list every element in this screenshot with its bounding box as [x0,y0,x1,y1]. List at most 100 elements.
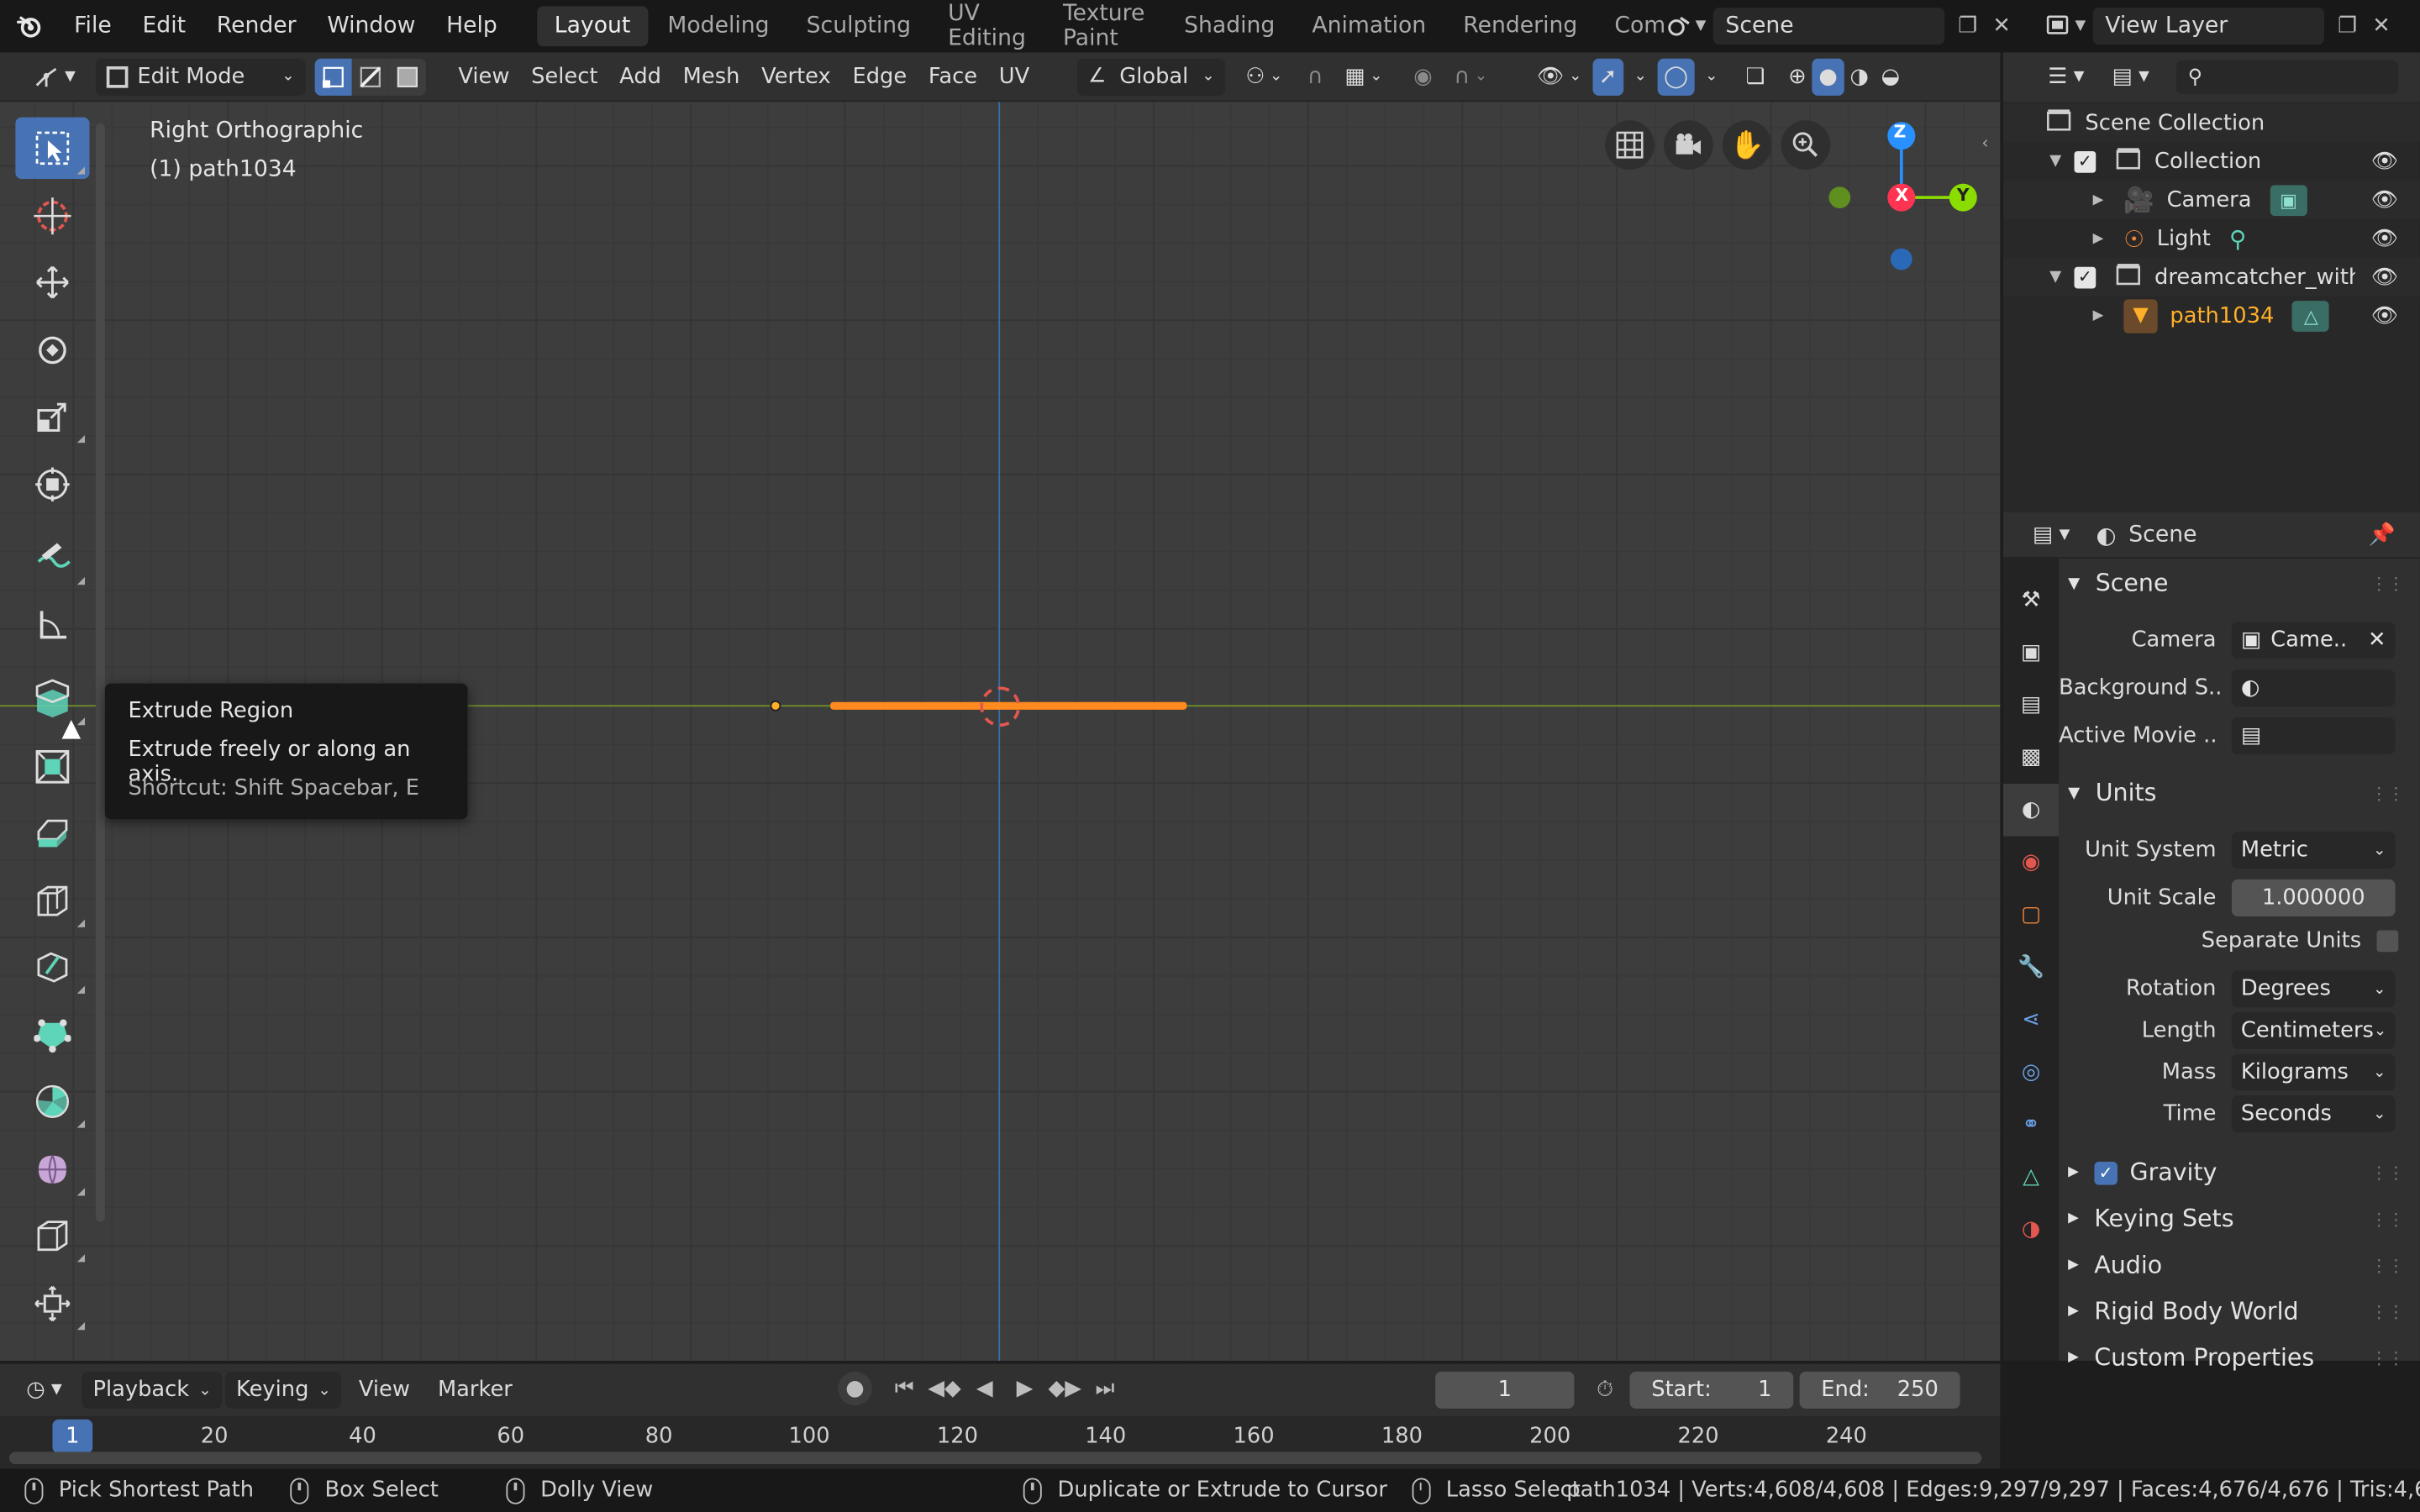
overlays-toggle-icon[interactable]: ◯ [1657,57,1695,95]
record-icon[interactable]: ● [838,1371,872,1406]
outliner-row-camera[interactable]: ▶ 🎥 Camera ▣ 👁 [2003,180,2420,219]
remove-view-layer-icon[interactable]: ✕ [2365,9,2398,43]
expand-arrow-icon[interactable]: ▼ [2049,153,2074,170]
tab-view-layer-icon[interactable]: ▩ [2003,732,2059,784]
rendered-shading-icon[interactable]: ◒ [1875,58,1906,95]
drag-handle-icon[interactable]: ⋮⋮ [2370,1347,2404,1368]
wireframe-shading-icon[interactable]: ⊕ [1782,58,1812,95]
menu-edge[interactable]: Edge [842,58,918,95]
outliner-row-scene-collection[interactable]: Scene Collection [2003,103,2420,142]
camera-data-icon[interactable]: ▣ [2270,184,2307,216]
start-frame-input[interactable]: Start: 1 [1629,1371,1794,1409]
checkbox-icon[interactable]: ✓ [2074,150,2096,172]
outliner-search-input[interactable]: ⚲ [2175,60,2398,95]
expand-arrow-icon[interactable]: ▶ [2093,192,2124,207]
timeline-ruler[interactable]: 1 20 40 60 80 100 120 140 160 180 200 22… [0,1416,2001,1469]
shrink-fatten-tool-icon[interactable] [15,1272,89,1333]
outliner-row-collection[interactable]: ▼ ✓ Collection 👁 [2003,142,2420,181]
panel-units-header[interactable]: ▼ Units ⋮⋮ [2068,771,2411,814]
drag-handle-icon[interactable]: ⋮⋮ [2370,1209,2404,1229]
menu-add[interactable]: Add [608,58,672,95]
movie-clip-field[interactable]: ▤ [2231,717,2396,755]
proportional-edit-icon[interactable]: ◉ [1402,58,1443,95]
menu-help[interactable]: Help [431,0,513,52]
scene-name-field[interactable]: Scene [1712,8,1945,45]
editor-type-icon[interactable]: ▼ [22,58,87,95]
face-select-icon[interactable] [388,57,426,95]
expand-arrow-icon[interactable]: ▶ [2093,231,2124,246]
play-reverse-icon[interactable]: ◀ [968,1372,1002,1405]
eye-icon[interactable]: 👁 [2371,265,2399,289]
panel-keying-sets-header[interactable]: ▶ Keying Sets ⋮⋮ [2068,1197,2411,1240]
object-origin[interactable] [770,700,781,711]
rotate-tool-icon[interactable] [15,318,89,380]
camera-view-icon[interactable] [1663,120,1713,171]
checkbox-icon[interactable]: ✓ [2074,265,2096,288]
drag-handle-icon[interactable]: ⋮⋮ [2370,1163,2404,1183]
gizmo-toggle-icon[interactable]: ➚ [1592,57,1623,95]
tab-sculpting[interactable]: Sculpting [789,6,928,46]
timeline-menu-view[interactable]: View [348,1372,421,1409]
tab-data-icon[interactable]: △ [2003,1151,2059,1203]
menu-uv[interactable]: UV [988,58,1040,95]
xray-toggle-icon[interactable]: ❏ [1735,58,1776,95]
pan-hand-icon[interactable]: ✋ [1722,120,1772,171]
menu-edit[interactable]: Edit [127,0,201,52]
tab-material-icon[interactable]: ◑ [2003,1204,2059,1256]
jump-end-icon[interactable]: ⏭ [1088,1372,1122,1405]
toggle-ortho-grid-icon[interactable] [1605,120,1655,171]
menu-view[interactable]: View [447,58,520,95]
tab-output-icon[interactable]: ▤ [2003,679,2059,731]
properties-editor-icon[interactable]: ▤ ▼ [2022,516,2081,553]
expand-arrow-icon[interactable]: ▶ [2093,307,2124,323]
timeline-scrollbar[interactable] [9,1452,1982,1465]
mesh-data-icon[interactable]: △ [2292,300,2330,331]
time-dropdown[interactable]: Seconds ⌄ [2231,1095,2396,1133]
end-frame-input[interactable]: End: 250 [1799,1371,1960,1409]
prev-keyframe-icon[interactable]: ◀◆ [928,1372,961,1405]
unit-scale-input[interactable]: 1.000000 [2231,879,2396,916]
menu-render[interactable]: Render [201,0,312,52]
mode-dropdown[interactable]: Edit Mode ⌄ [95,57,306,95]
tab-modeling[interactable]: Modeling [650,6,786,46]
pivot-point-icon[interactable]: ⚇ ⌄ [1235,58,1294,95]
outliner-row-path1034[interactable]: ▶ ▼ path1034 △ 👁 [2003,297,2420,335]
separate-units-checkbox[interactable] [2376,930,2399,953]
tab-texture-paint[interactable]: Texture Paint [1046,2,1165,51]
scale-tool-icon[interactable] [15,386,89,447]
timeline-menu-marker[interactable]: Marker [427,1372,523,1409]
overlays-dropdown-icon[interactable]: ⌄ [1694,58,1728,95]
falloff-icon[interactable]: ∩ ⌄ [1444,58,1498,95]
scene-icon[interactable]: ▼ [1658,6,1713,46]
gizmo-dropdown-icon[interactable]: ⌄ [1623,58,1658,95]
measure-tool-icon[interactable] [15,594,89,655]
current-frame-input[interactable]: 1 [1435,1371,1575,1409]
tab-particles-icon[interactable]: ⋖ [2003,994,2059,1046]
outliner-editor-icon[interactable]: ☰ ▼ [2037,59,2095,96]
loop-cut-tool-icon[interactable] [15,869,89,931]
blender-logo-icon[interactable] [0,0,59,52]
tab-constraints-icon[interactable]: ⚭ [2003,1099,2059,1151]
tool-shelf-scrollbar[interactable] [95,123,105,1222]
playback-dropdown[interactable]: Playback ⌄ [82,1371,223,1409]
camera-field[interactable]: ▣ Came.. ✕ [2231,622,2396,659]
play-icon[interactable]: ▶ [1007,1372,1041,1405]
smooth-tool-icon[interactable] [15,1138,89,1200]
edge-slide-tool-icon[interactable] [15,1205,89,1266]
eye-icon[interactable]: 👁 [2371,187,2399,212]
tab-layout[interactable]: Layout [537,6,648,47]
transform-tool-icon[interactable] [15,453,89,514]
tab-render-icon[interactable]: ▣ [2003,627,2059,679]
knife-tool-icon[interactable] [15,937,89,998]
eye-icon[interactable]: 👁 [2371,226,2399,250]
tab-physics-icon[interactable]: ◎ [2003,1046,2059,1098]
unit-system-dropdown[interactable]: Metric ⌄ [2231,831,2396,869]
edge-select-icon[interactable] [351,57,389,95]
stopwatch-icon[interactable]: ⏱ [1588,1373,1622,1407]
next-keyframe-icon[interactable]: ◆▶ [1048,1372,1082,1405]
menu-select[interactable]: Select [520,58,608,95]
drag-handle-icon[interactable]: ⋮⋮ [2370,783,2404,803]
panel-audio-header[interactable]: ▶ Audio ⋮⋮ [2068,1243,2411,1286]
drag-handle-icon[interactable]: ⋮⋮ [2370,1255,2404,1275]
navigation-gizmo[interactable]: Z X Y [1821,118,1985,287]
